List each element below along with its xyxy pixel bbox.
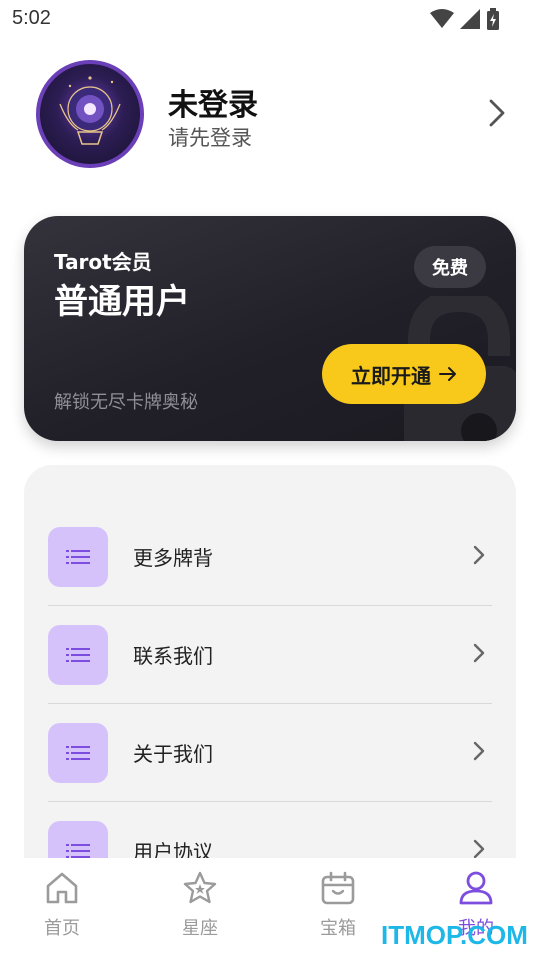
menu-item-user-agreement[interactable]: 用户协议 xyxy=(48,802,492,865)
membership-badge: 免费 xyxy=(414,246,486,288)
membership-label: Tarot会员 xyxy=(54,250,152,274)
menu-item-label: 关于我们 xyxy=(133,742,213,766)
list-icon xyxy=(48,625,108,685)
membership-card: Tarot会员 普通用户 免费 解锁无尽卡牌奥秘 立即开通 xyxy=(24,216,516,441)
profile-header[interactable]: 未登录 请先登录 xyxy=(36,60,506,168)
status-icons xyxy=(430,8,500,30)
chevron-right-icon xyxy=(473,741,485,761)
settings-menu: 更多牌背 联系我们 关于我们 用户协议 xyxy=(24,465,516,865)
status-time: 5:02 xyxy=(12,7,51,29)
battery-icon xyxy=(487,8,499,30)
nav-label: 宝箱 xyxy=(320,918,356,939)
signal-icon xyxy=(460,9,480,29)
chevron-right-icon xyxy=(473,643,485,663)
nav-label: 首页 xyxy=(44,918,80,939)
arrow-right-icon xyxy=(439,367,456,381)
list-icon xyxy=(48,723,108,783)
chevron-right-icon[interactable] xyxy=(488,98,506,128)
user-icon xyxy=(459,871,493,905)
calendar-box-icon xyxy=(321,871,355,905)
activate-button-label: 立即开通 xyxy=(351,363,431,388)
nav-item-treasure-box[interactable]: 宝箱 xyxy=(288,870,388,950)
profile-subtitle: 请先登录 xyxy=(168,126,252,150)
tarot-crystal-ball-icon xyxy=(59,76,121,145)
nav-item-home[interactable]: 首页 xyxy=(12,870,112,950)
list-icon xyxy=(48,527,108,587)
menu-item-contact-us[interactable]: 联系我们 xyxy=(48,606,492,704)
avatar[interactable] xyxy=(36,60,144,168)
activate-membership-button[interactable]: 立即开通 xyxy=(322,344,486,404)
star-icon xyxy=(183,871,217,904)
menu-item-about-us[interactable]: 关于我们 xyxy=(48,704,492,802)
membership-title: 普通用户 xyxy=(54,282,190,322)
menu-item-card-backs[interactable]: 更多牌背 xyxy=(48,508,492,606)
watermark: ITMOP.COM xyxy=(381,920,528,950)
nav-item-constellation[interactable]: 星座 xyxy=(150,870,250,950)
membership-description: 解锁无尽卡牌奥秘 xyxy=(54,392,198,413)
wifi-icon xyxy=(430,9,454,28)
status-bar: 5:02 xyxy=(0,0,540,38)
chevron-right-icon xyxy=(473,839,485,859)
nav-label: 星座 xyxy=(182,918,218,939)
home-icon xyxy=(46,872,78,904)
menu-item-label: 联系我们 xyxy=(133,644,213,668)
profile-name: 未登录 xyxy=(168,88,258,123)
chevron-right-icon xyxy=(473,545,485,565)
menu-item-label: 更多牌背 xyxy=(133,546,213,570)
